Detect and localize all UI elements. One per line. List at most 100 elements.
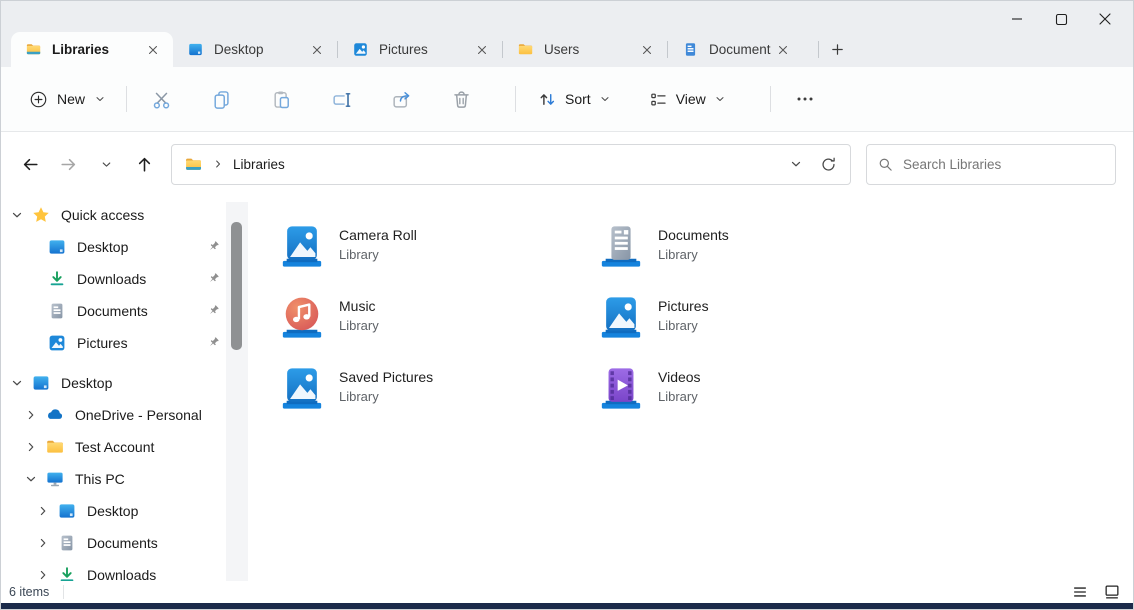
address-dropdown-button[interactable] [780, 148, 812, 180]
sidebar-item-pictures-pinned[interactable]: Pictures [1, 327, 253, 359]
more-ellipsis-icon [795, 89, 815, 109]
view-icon [649, 90, 668, 109]
list-item-camera-roll[interactable]: Camera Roll Library [279, 223, 579, 269]
command-bar: New [1, 67, 1133, 132]
share-button[interactable] [381, 79, 421, 119]
pin-icon [205, 335, 221, 351]
large-thumbnails-view-button[interactable] [1101, 582, 1123, 602]
plus-icon [830, 42, 845, 57]
chevron-down-icon [599, 93, 611, 105]
tab-desktop[interactable]: Desktop [173, 32, 337, 67]
forward-button[interactable] [49, 146, 87, 182]
chevron-right-icon[interactable] [35, 535, 51, 551]
list-item-documents[interactable]: Documents Library [598, 223, 898, 269]
tab-users[interactable]: Users [503, 32, 667, 67]
sidebar-scrollbar-track[interactable] [226, 202, 248, 581]
sidebar-item-thispc-documents[interactable]: Documents [1, 527, 253, 559]
list-item-videos[interactable]: Videos Library [598, 365, 898, 411]
tab-pictures[interactable]: Pictures [338, 32, 502, 67]
tab-close-button[interactable] [470, 38, 494, 62]
sort-icon [538, 90, 557, 109]
chevron-down-icon[interactable] [9, 207, 25, 223]
close-icon [776, 43, 790, 57]
tab-documents[interactable]: Documents [668, 32, 818, 67]
rename-icon [331, 89, 352, 110]
chevron-right-icon[interactable] [35, 503, 51, 519]
folder-icon [45, 437, 65, 457]
tab-close-button[interactable] [141, 38, 165, 62]
desktop-icon [57, 501, 77, 521]
tile-text: Camera Roll Library [339, 223, 417, 264]
file-list-area[interactable]: Camera Roll Library Documents Library Mu… [253, 196, 1133, 581]
view-label: View [676, 91, 706, 107]
sidebar-scrollbar-thumb[interactable] [231, 222, 242, 350]
pictures-library-icon [598, 294, 644, 340]
chevron-right-icon[interactable] [35, 567, 51, 581]
chevron-down-icon[interactable] [9, 375, 25, 391]
tab-libraries[interactable]: Libraries [11, 32, 173, 67]
address-bar: Libraries [1, 132, 1133, 196]
sidebar-item-label: Pictures [77, 335, 205, 351]
delete-button[interactable] [441, 79, 481, 119]
details-view-button[interactable] [1069, 582, 1091, 602]
libraries-folder-icon [184, 155, 203, 174]
tab-close-button[interactable] [771, 38, 795, 62]
list-item-pictures[interactable]: Pictures Library [598, 294, 898, 340]
tab-label: Documents [709, 42, 771, 57]
sidebar-item-documents-pinned[interactable]: Documents [1, 295, 253, 327]
downloads-icon [47, 269, 67, 289]
tab-close-button[interactable] [305, 38, 329, 62]
up-arrow-icon [134, 154, 155, 175]
search-box[interactable] [866, 144, 1116, 185]
sidebar-item-test-account[interactable]: Test Account [1, 431, 253, 463]
sidebar-item-downloads-pinned[interactable]: Downloads [1, 263, 253, 295]
sidebar-item-this-pc[interactable]: This PC [1, 463, 253, 495]
maximize-button[interactable] [1039, 5, 1083, 33]
close-icon [475, 43, 489, 57]
breadcrumb-item-libraries[interactable]: Libraries [233, 157, 285, 172]
minimize-button[interactable] [995, 5, 1039, 33]
sidebar-item-thispc-desktop[interactable]: Desktop [1, 495, 253, 527]
chevron-down-icon [714, 93, 726, 105]
rename-button[interactable] [321, 79, 361, 119]
close-window-button[interactable] [1083, 5, 1127, 33]
chevron-down-icon[interactable] [23, 471, 39, 487]
new-button[interactable]: New [23, 84, 112, 115]
tab-label: Pictures [379, 42, 470, 57]
see-more-button[interactable] [785, 79, 825, 119]
documents-library-icon [598, 223, 644, 269]
recent-locations-button[interactable] [87, 146, 125, 182]
address-input[interactable]: Libraries [171, 144, 851, 185]
paste-button[interactable] [261, 79, 301, 119]
close-icon [640, 43, 654, 57]
sort-button[interactable]: Sort [530, 84, 619, 115]
sidebar-item-desktop-tree[interactable]: Desktop [1, 367, 253, 399]
close-icon [146, 43, 160, 57]
new-tab-button[interactable] [819, 32, 855, 67]
onedrive-icon [45, 405, 65, 425]
sidebar-item-onedrive[interactable]: OneDrive - Personal [1, 399, 253, 431]
cut-button[interactable] [141, 79, 181, 119]
search-input[interactable] [903, 157, 1105, 172]
list-item-music[interactable]: Music Library [279, 294, 579, 340]
plus-circle-icon [29, 90, 48, 109]
refresh-button[interactable] [812, 148, 844, 180]
star-icon [31, 205, 51, 225]
sidebar-item-thispc-downloads[interactable]: Downloads [1, 559, 253, 581]
sidebar-item-desktop-pinned[interactable]: Desktop [1, 231, 253, 263]
chevron-right-icon[interactable] [23, 439, 39, 455]
copy-button[interactable] [201, 79, 241, 119]
up-button[interactable] [125, 146, 163, 182]
paste-icon [271, 89, 292, 110]
sidebar-item-quick-access[interactable]: Quick access [1, 199, 253, 231]
pin-icon [205, 271, 221, 287]
breadcrumb[interactable]: Libraries [184, 155, 285, 174]
chevron-down-icon [100, 158, 113, 171]
list-item-saved-pictures[interactable]: Saved Pictures Library [279, 365, 579, 411]
tile-text: Documents Library [658, 223, 729, 264]
share-icon [391, 89, 412, 110]
tab-close-button[interactable] [635, 38, 659, 62]
back-button[interactable] [11, 146, 49, 182]
chevron-right-icon[interactable] [23, 407, 39, 423]
view-button[interactable]: View [641, 84, 734, 115]
